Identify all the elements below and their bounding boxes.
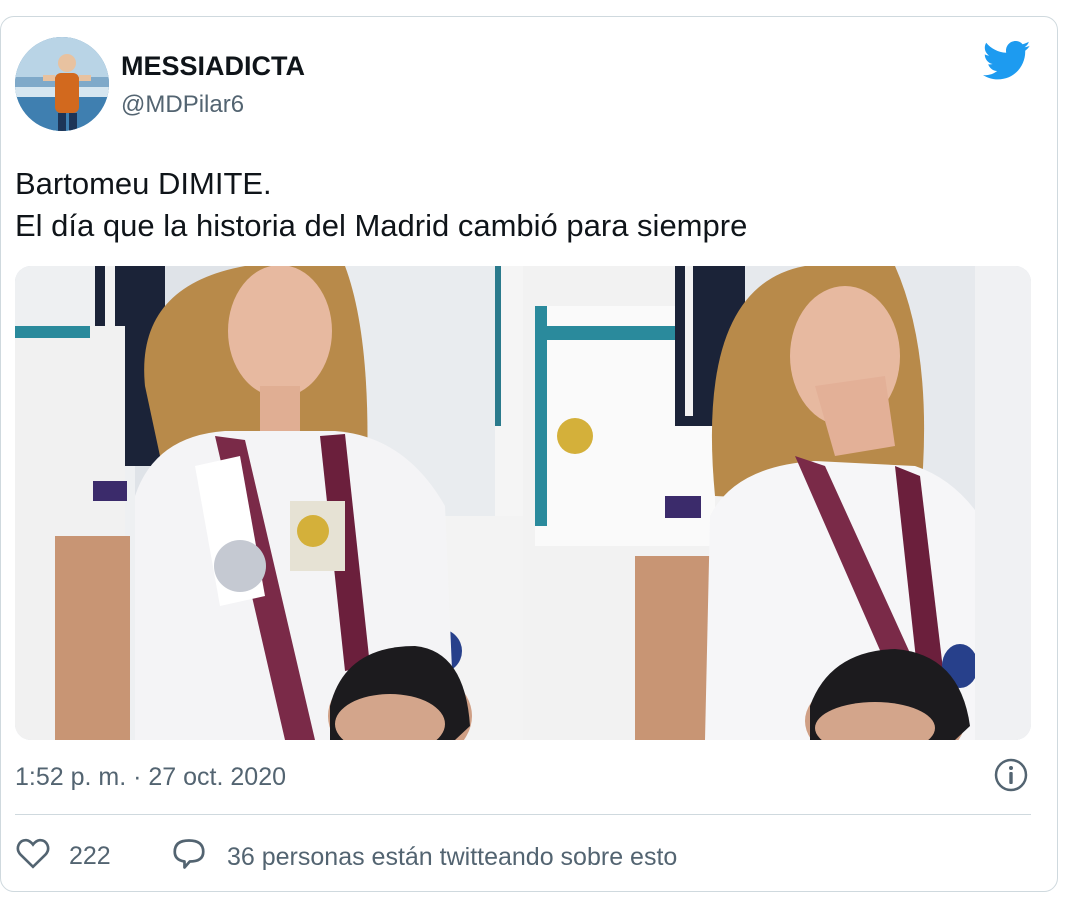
twitter-bird-icon[interactable] — [983, 41, 1031, 81]
display-name[interactable]: MESSIADICTA — [121, 51, 305, 82]
tweet-text: Bartomeu DIMITE. El día que la historia … — [15, 163, 747, 247]
info-icon[interactable] — [994, 758, 1028, 792]
tweet-card[interactable]: MESSIADICTA @MDPilar6 Bartomeu DIMITE. E… — [0, 16, 1058, 892]
avatar[interactable] — [15, 37, 109, 131]
user-handle[interactable]: @MDPilar6 — [121, 91, 244, 119]
conversation-link[interactable]: 36 personas están twitteando sobre esto — [171, 837, 677, 878]
speech-bubble-icon[interactable] — [171, 837, 207, 878]
tweet-text-line-1: Bartomeu DIMITE. — [15, 166, 272, 201]
divider — [15, 814, 1031, 815]
tweet-timestamp[interactable]: 1:52 p. m. · 27 oct. 2020 — [15, 763, 286, 792]
heart-icon[interactable] — [15, 837, 51, 876]
like-button[interactable]: 222 — [15, 837, 111, 876]
like-count: 222 — [69, 842, 111, 870]
tweet-text-line-2: El día que la historia del Madrid cambió… — [15, 208, 748, 243]
conversation-text: 36 personas están twitteando sobre esto — [227, 843, 678, 871]
tweet-photo[interactable] — [15, 266, 1031, 740]
